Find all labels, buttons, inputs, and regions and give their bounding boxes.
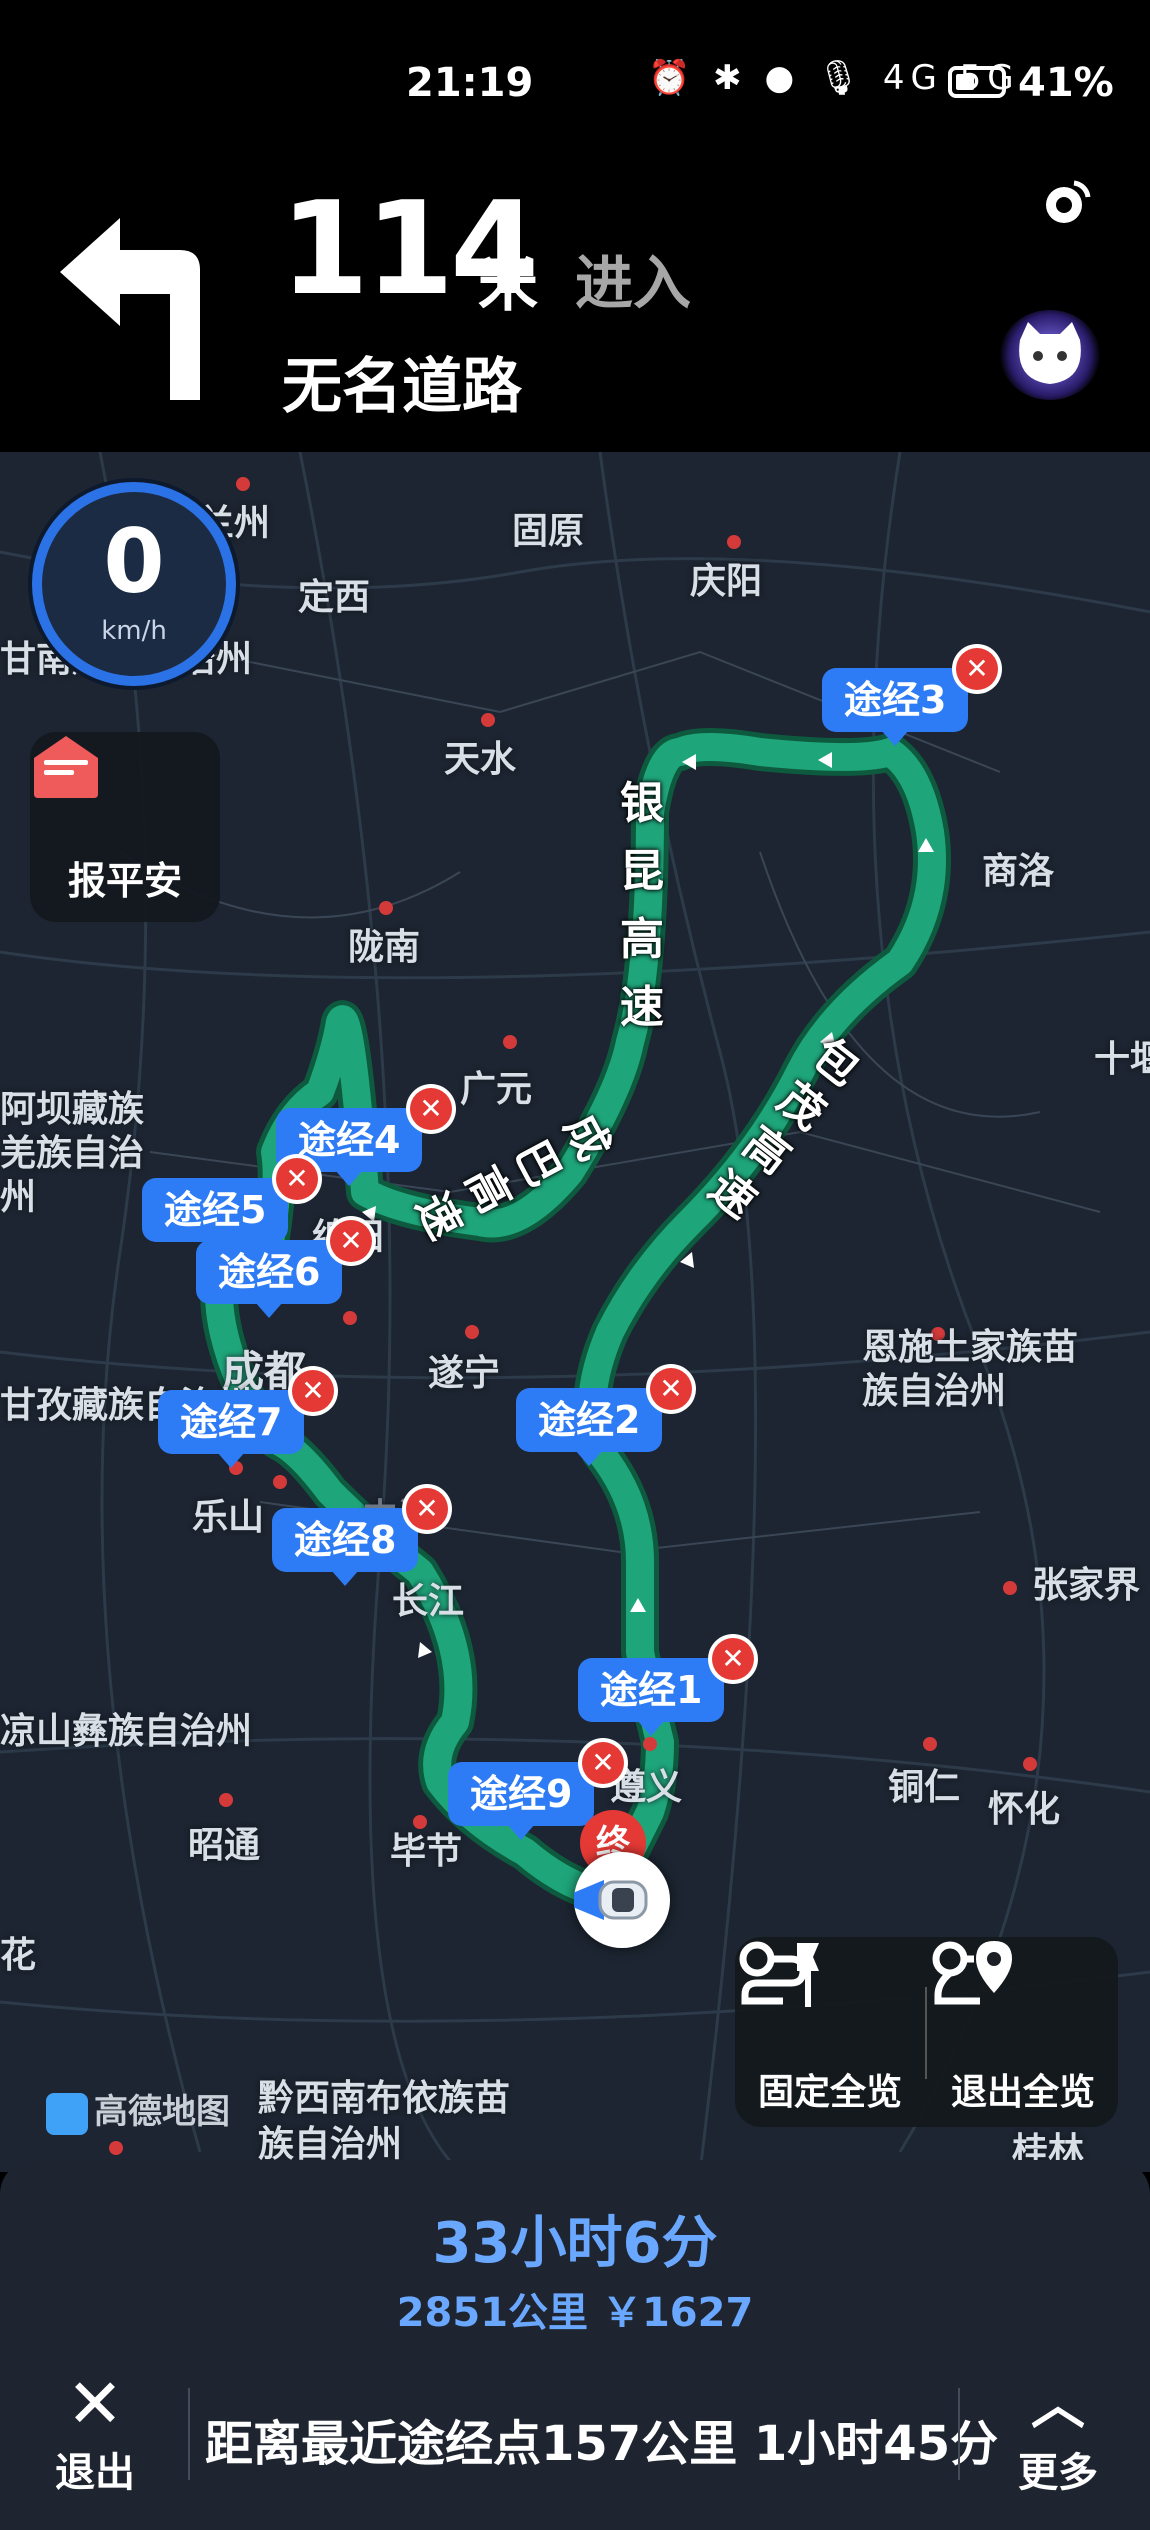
route-line — [200, 728, 951, 1911]
voice-broadcast-icon[interactable] — [1040, 175, 1094, 229]
highway-label-yinkun: 银昆高速 — [620, 778, 664, 1033]
route-pin-icon — [739, 1941, 819, 2007]
divider — [958, 2388, 960, 2480]
map-label: 毕节 — [390, 1831, 463, 1872]
next-waypoint-info: 距离最近途经点157公里 1小时45分 — [205, 2416, 999, 2472]
map-label: 花 — [0, 1935, 37, 1976]
overview-control-panel: 固定全览 退出全览 — [735, 1937, 1118, 2127]
route-overview-map[interactable]: 黄河 延安 兰州 固原 定西 庆阳 甘南藏族自治州 天水 商洛 陇南 广元 十堰… — [0, 452, 1150, 2172]
voice-assistant-avatar[interactable] — [1000, 310, 1100, 400]
waypoint-1[interactable]: 途经1 — [578, 1658, 725, 1736]
next-road-name: 无名道路 — [282, 352, 522, 422]
divider — [925, 1987, 927, 2079]
remove-waypoint-6-icon[interactable] — [326, 1216, 376, 1266]
remove-waypoint-1-icon[interactable] — [708, 1634, 758, 1684]
waypoint-6[interactable]: 途经6 — [196, 1240, 343, 1318]
remove-waypoint-2-icon[interactable] — [646, 1364, 696, 1414]
current-location-car-icon — [574, 1852, 670, 1948]
map-label: 定西 — [298, 577, 371, 618]
navigation-instruction-panel: 114 米 进入 无名道路 — [0, 170, 1150, 452]
speed-unit: km/h — [101, 616, 167, 646]
map-label: 固原 — [512, 511, 585, 552]
waypoint-8[interactable]: 途经8 — [272, 1508, 419, 1586]
fixed-overview-button[interactable]: 固定全览 — [735, 1937, 925, 2127]
amap-logo: 高德地图 — [46, 2084, 230, 2135]
turn-distance-unit: 米 — [478, 250, 538, 320]
fixed-overview-label: 固定全览 — [757, 2072, 902, 2113]
remove-waypoint-9-icon[interactable] — [578, 1738, 628, 1788]
chevron-up-icon: ︿ — [1031, 2373, 1085, 2436]
remove-waypoint-8-icon[interactable] — [402, 1484, 452, 1534]
waypoint-2[interactable]: 途经2 — [516, 1388, 663, 1466]
more-options-button[interactable]: ︿ 更多 — [998, 2370, 1118, 2500]
trip-distance-and-cost: 2851公里 ￥1627 — [396, 2290, 754, 2336]
map-label: 天水 — [444, 739, 517, 780]
map-label: 长江 — [392, 1581, 465, 1622]
map-label: 黔西南布依族苗族自治州 — [258, 2078, 511, 2165]
exit-navigation-label: 退出 — [55, 2450, 135, 2496]
current-speed-badge: 0 km/h — [32, 482, 236, 686]
status-time: 21:19 — [406, 60, 534, 106]
route-location-icon — [932, 1941, 1012, 2005]
map-label: 广元 — [460, 1069, 533, 1110]
status-bar: 21:19 ⏰ ✱ ● 🎙 4G 5G 41% — [0, 0, 1150, 170]
remove-waypoint-7-icon[interactable] — [288, 1366, 338, 1416]
remove-waypoint-4-icon[interactable] — [406, 1084, 456, 1134]
exit-navigation-button[interactable]: ✕ 退出 — [40, 2370, 150, 2500]
map-label: 十堰 — [1094, 1039, 1150, 1080]
map-label: 陇南 — [348, 927, 421, 968]
trip-duration: 33小时6分 — [432, 2211, 718, 2276]
more-options-label: 更多 — [1018, 2450, 1098, 2496]
envelope-icon — [34, 736, 98, 798]
close-icon: ✕ — [66, 2365, 124, 2444]
remove-waypoint-5-icon[interactable] — [272, 1154, 322, 1204]
report-safety-button[interactable]: 报平安 — [30, 732, 220, 922]
map-label: 乐山 — [192, 1497, 265, 1538]
map-label: 庆阳 — [690, 561, 763, 602]
exit-overview-label: 退出全览 — [950, 2072, 1095, 2113]
battery-icon — [948, 66, 1006, 98]
map-label: 遂宁 — [428, 1353, 501, 1394]
remove-waypoint-3-icon[interactable] — [952, 644, 1002, 694]
battery-percentage: 41% — [1018, 60, 1114, 106]
map-label: 商洛 — [982, 851, 1055, 892]
waypoint-9[interactable]: 途经9 — [448, 1762, 595, 1840]
left-turn-arrow-icon — [60, 218, 200, 400]
report-safety-label: 报平安 — [67, 859, 182, 903]
speed-value: 0 — [103, 510, 165, 613]
exit-overview-button[interactable]: 退出全览 — [928, 1937, 1118, 2127]
divider — [188, 2388, 190, 2480]
map-label: 凉山彝族自治州 — [0, 1711, 253, 1752]
map-label: 恩施土家族苗族自治州 — [862, 1327, 1079, 1412]
waypoint-7[interactable]: 途经7 — [158, 1390, 305, 1468]
map-label: 昭通 — [188, 1825, 261, 1866]
waypoint-3[interactable]: 途经3 — [822, 668, 969, 746]
map-label: 阿坝藏族羌族自治州 — [0, 1089, 145, 1218]
waypoint-5[interactable]: 途经5 — [142, 1178, 289, 1256]
trip-summary-sheet: 33小时6分 2851公里 ￥1627 ✕ 退出 距离最近途经点157公里 1小… — [0, 2160, 1150, 2530]
map-label: 铜仁 — [888, 1767, 961, 1808]
map-label: 怀化 — [988, 1789, 1061, 1830]
map-label: 张家界 — [1032, 1565, 1141, 1606]
turn-action: 进入 — [575, 249, 692, 317]
